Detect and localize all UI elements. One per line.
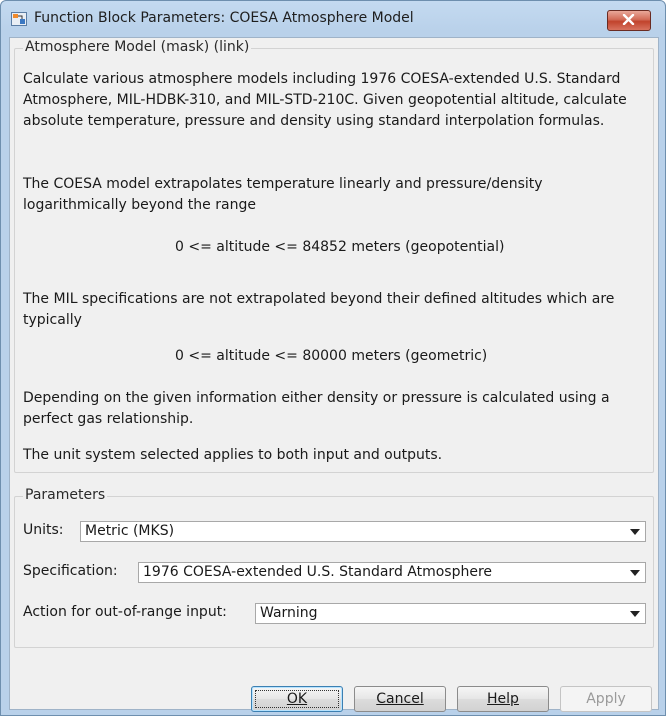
dialog-window: Function Block Parameters: COESA Atmosph… bbox=[0, 0, 666, 716]
apply-button[interactable]: Apply bbox=[560, 686, 652, 712]
close-button[interactable] bbox=[607, 10, 651, 31]
units-dropdown[interactable]: Metric (MKS) bbox=[80, 521, 646, 542]
description-para-2: The COESA model extrapolates temperature… bbox=[23, 176, 543, 213]
window-title: Function Block Parameters: COESA Atmosph… bbox=[34, 10, 414, 26]
description-para-3: The MIL specifications are not extrapola… bbox=[23, 291, 615, 328]
parameters-group: Parameters Units: Metric (MKS) Specifica… bbox=[14, 487, 654, 648]
description-para-5: The unit system selected applies to both… bbox=[23, 447, 443, 463]
units-label: Units: bbox=[23, 522, 64, 538]
units-value: Metric (MKS) bbox=[85, 523, 175, 539]
ok-button[interactable]: OK bbox=[251, 686, 343, 712]
action-value: Warning bbox=[260, 605, 318, 621]
chevron-down-icon bbox=[630, 611, 640, 617]
specification-dropdown[interactable]: 1976 COESA-extended U.S. Standard Atmosp… bbox=[138, 562, 646, 583]
description-group-title: Atmosphere Model (mask) (link) bbox=[23, 39, 252, 55]
help-button[interactable]: Help bbox=[457, 686, 549, 712]
description-para-1: Calculate various atmosphere models incl… bbox=[23, 71, 627, 129]
description-range-1: 0 <= altitude <= 84852 meters (geopotent… bbox=[175, 239, 505, 255]
action-dropdown[interactable]: Warning bbox=[255, 603, 646, 624]
dialog-client-area: Atmosphere Model (mask) (link) Calculate… bbox=[9, 37, 659, 712]
title-bar[interactable]: Function Block Parameters: COESA Atmosph… bbox=[1, 1, 665, 37]
action-label: Action for out-of-range input: bbox=[23, 604, 227, 620]
close-icon bbox=[622, 14, 635, 25]
cancel-button[interactable]: Cancel bbox=[354, 686, 446, 712]
description-para-4: Depending on the given information eithe… bbox=[23, 390, 610, 427]
focus-ring bbox=[255, 690, 339, 708]
chevron-down-icon bbox=[630, 570, 640, 576]
simulink-app-icon bbox=[11, 12, 27, 26]
specification-value: 1976 COESA-extended U.S. Standard Atmosp… bbox=[143, 564, 493, 580]
chevron-down-icon bbox=[630, 529, 640, 535]
description-range-2: 0 <= altitude <= 80000 meters (geometric… bbox=[175, 348, 488, 364]
cancel-button-label: Cancel bbox=[376, 691, 424, 707]
description-group: Atmosphere Model (mask) (link) Calculate… bbox=[14, 39, 654, 473]
specification-label: Specification: bbox=[23, 563, 118, 579]
apply-button-label: Apply bbox=[586, 691, 626, 707]
help-button-label: Help bbox=[487, 691, 519, 707]
parameters-group-title: Parameters bbox=[23, 487, 108, 503]
